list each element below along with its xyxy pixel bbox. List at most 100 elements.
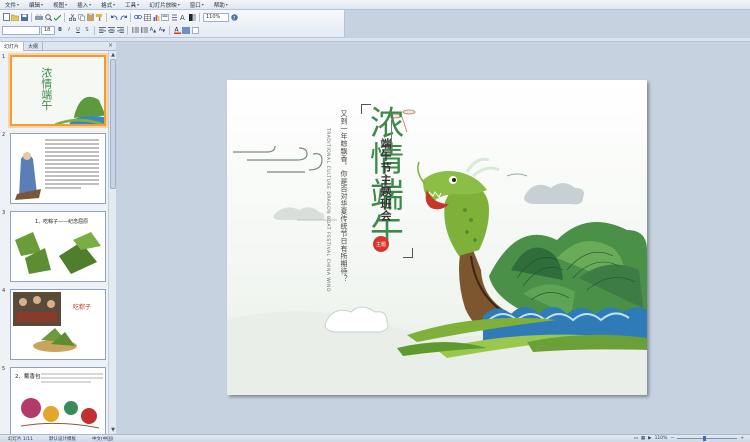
copy-icon[interactable] xyxy=(77,13,85,21)
panel-tabs: 幻灯片 大纲 × xyxy=(0,42,116,51)
slide-number: 3 xyxy=(2,210,6,216)
menu-view[interactable]: 视图 ▾ xyxy=(48,0,72,10)
zoom-control: ▭ ▦ ▶ 110% − + xyxy=(634,436,750,441)
underline-icon[interactable]: U xyxy=(74,26,82,34)
chevron-down-icon: ▾ xyxy=(177,2,180,7)
save-icon[interactable] xyxy=(20,13,28,21)
bold-icon[interactable]: B xyxy=(56,26,64,34)
print-preview-icon[interactable] xyxy=(44,13,52,21)
chevron-down-icon: ▾ xyxy=(41,2,44,7)
toolbar-area: A 110% ? 18 B I U S A ▲ A ▼ A xyxy=(0,10,345,38)
new-slide-small-icon[interactable] xyxy=(191,26,199,34)
status-design: 默认设计模板 xyxy=(49,436,77,442)
sorter-view-icon[interactable]: ▦ xyxy=(641,436,645,441)
svg-text:A: A xyxy=(180,14,185,21)
zoom-slider[interactable] xyxy=(677,436,738,441)
thumbnail-image: 浓情端午 xyxy=(10,55,106,126)
close-icon[interactable]: × xyxy=(105,42,116,50)
spellcheck-icon[interactable] xyxy=(53,13,61,21)
thumbnail-scrollbar[interactable]: ▲ ▼ xyxy=(108,51,116,434)
menu-help[interactable]: 帮助 ▾ xyxy=(209,0,233,10)
menu-tools[interactable]: 工具 ▾ xyxy=(120,0,144,10)
menu-bar: 文件 ▾ 编辑 ▾ 视图 ▾ 插入 ▾ 格式 ▾ 工具 ▾ 幻灯片放映 ▾ 窗口 ▾ 帮助 ▾ xyxy=(0,0,750,10)
menu-insert[interactable]: 插入 ▾ xyxy=(72,0,96,10)
bullets-icon[interactable] xyxy=(140,26,148,34)
chevron-down-icon: ▾ xyxy=(17,2,20,7)
slide-thumbnail-5[interactable]: 5 2、戴香包 xyxy=(0,365,108,434)
align-left-icon[interactable] xyxy=(98,26,106,34)
hyperlink-icon[interactable] xyxy=(134,13,142,21)
menu-file[interactable]: 文件 ▾ xyxy=(0,0,24,10)
print-icon[interactable] xyxy=(35,13,43,21)
slide-tagline[interactable]: 又到一年粽飘香，你是否对华夏传统节日有所期待？ xyxy=(339,110,349,310)
expand-all-icon[interactable] xyxy=(170,13,178,21)
menu-slideshow[interactable]: 幻灯片放映 ▾ xyxy=(144,0,185,10)
menu-edit[interactable]: 编辑 ▾ xyxy=(24,0,48,10)
svg-text:?: ? xyxy=(232,15,235,20)
thumbnail-image: 吃粽子 xyxy=(10,289,106,360)
status-slide-info: 幻灯片 1/11 xyxy=(8,436,34,442)
redo-icon[interactable] xyxy=(119,13,127,21)
chevron-down-icon: ▾ xyxy=(113,2,116,7)
design-icon[interactable] xyxy=(182,26,190,34)
shadow-icon[interactable]: S xyxy=(83,26,91,34)
zoom-in-icon[interactable]: + xyxy=(740,436,744,441)
slide-number: 4 xyxy=(2,288,6,294)
help-icon[interactable]: ? xyxy=(230,13,238,21)
slide-english-caption[interactable]: TRADITIONAL CULTURE DRAGON BOAT FESTIVAL… xyxy=(325,128,330,348)
cut-icon[interactable] xyxy=(68,13,76,21)
menu-window[interactable]: 窗口 ▾ xyxy=(185,0,209,10)
font-color-icon[interactable]: A xyxy=(173,26,181,34)
tab-outline[interactable]: 大纲 xyxy=(24,42,44,51)
svg-text:A: A xyxy=(174,27,179,34)
zoom-slider-knob[interactable] xyxy=(703,436,707,441)
slide-subtitle[interactable]: 端午节主题班会 xyxy=(377,138,393,222)
standard-toolbar: A 110% ? xyxy=(2,11,238,23)
paste-icon[interactable] xyxy=(86,13,94,21)
zoom-select[interactable]: 110% xyxy=(203,12,229,22)
chart-icon[interactable] xyxy=(152,13,160,21)
scroll-up-icon[interactable]: ▲ xyxy=(109,51,117,59)
slides-panel: 幻灯片 大纲 × 1 浓情端午 2 3 1、吃粽子——纪念屈原 4 吃粽子 5 … xyxy=(0,42,116,434)
chevron-down-icon: ▾ xyxy=(89,2,92,7)
chevron-down-icon: ▾ xyxy=(137,2,140,7)
show-formatting-icon[interactable]: A xyxy=(179,13,187,21)
slideshow-view-icon[interactable]: ▶ xyxy=(648,436,651,441)
italic-icon[interactable]: I xyxy=(65,26,73,34)
tab-slides[interactable]: 幻灯片 xyxy=(0,42,25,51)
current-slide[interactable]: 浓情端午 主题 端午节主题班会 又到一年粽飘香，你是否对华夏传统节日有所期待？ … xyxy=(227,80,647,395)
slide-thumbnail-4[interactable]: 4 吃粽子 xyxy=(0,287,108,363)
new-file-icon[interactable] xyxy=(2,13,10,21)
align-center-icon[interactable] xyxy=(107,26,115,34)
numbering-icon[interactable] xyxy=(131,26,139,34)
svg-text:浓情端午: 浓情端午 xyxy=(40,67,53,111)
increase-font-icon[interactable]: A ▲ xyxy=(149,26,157,34)
stamp: 主题 xyxy=(373,236,389,252)
undo-icon[interactable] xyxy=(110,13,118,21)
open-folder-icon[interactable] xyxy=(11,13,19,21)
thumbnail-image: 1、吃粽子——纪念屈原 xyxy=(10,211,106,282)
table-icon[interactable] xyxy=(143,13,151,21)
slide-thumbnail-3[interactable]: 3 1、吃粽子——纪念屈原 xyxy=(0,209,108,285)
slide-thumbnail-2[interactable]: 2 xyxy=(0,131,108,207)
normal-view-icon[interactable]: ▭ xyxy=(634,436,638,441)
thumbnail-list: 1 浓情端午 2 3 1、吃粽子——纪念屈原 4 吃粽子 5 2、戴香包 xyxy=(0,51,108,434)
font-size-value: 18 xyxy=(44,27,51,33)
grayscale-icon[interactable] xyxy=(188,13,196,21)
scrollbar-thumb[interactable] xyxy=(110,59,116,189)
menu-format[interactable]: 格式 ▾ xyxy=(96,0,120,10)
zoom-value: 110% xyxy=(206,14,221,20)
decrease-font-icon[interactable]: A ▼ xyxy=(158,26,166,34)
new-slide-icon[interactable] xyxy=(161,13,169,21)
format-painter-icon[interactable] xyxy=(95,13,103,21)
formatting-toolbar: 18 B I U S A ▲ A ▼ A xyxy=(2,24,199,36)
scroll-down-icon[interactable]: ▼ xyxy=(109,426,117,434)
align-right-icon[interactable] xyxy=(116,26,124,34)
slide-thumbnail-1[interactable]: 1 浓情端午 xyxy=(0,53,108,129)
zoom-out-icon[interactable]: − xyxy=(670,436,674,441)
thumbnail-caption: 吃粽子 xyxy=(73,304,92,311)
font-size-select[interactable]: 18 xyxy=(41,25,55,35)
slide-canvas: 浓情端午 主题 端午节主题班会 又到一年粽飘香，你是否对华夏传统节日有所期待？ … xyxy=(117,42,750,434)
chevron-down-icon: ▾ xyxy=(65,2,68,7)
font-name-select[interactable] xyxy=(2,25,40,35)
